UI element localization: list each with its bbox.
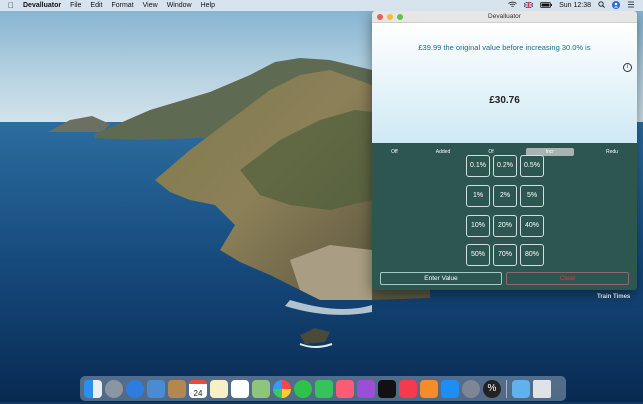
result-pane: £39.99 the original value before increas… [372, 23, 637, 143]
music-icon[interactable] [336, 379, 354, 398]
tab-reduced[interactable]: Redu [600, 148, 624, 156]
percent-button-10[interactable]: 10% [466, 215, 490, 237]
tab-added[interactable]: Added [430, 148, 456, 156]
percent-button-50[interactable]: 50% [466, 244, 490, 266]
podcasts-icon[interactable] [357, 379, 375, 398]
menu-bar:  Devalluator File Edit Format View Wind… [0, 0, 643, 11]
menu-format[interactable]: Format [111, 2, 133, 9]
messages-icon[interactable] [294, 379, 312, 398]
percent-button-20[interactable]: 20% [493, 215, 517, 237]
apple-tv-icon[interactable] [378, 379, 396, 398]
percent-button-70[interactable]: 70% [493, 244, 517, 266]
percent-button-0-5[interactable]: 0.5% [520, 155, 544, 177]
photo-preview-icon[interactable] [147, 379, 165, 398]
percent-button-80[interactable]: 80% [520, 244, 544, 266]
launchpad-icon[interactable] [105, 379, 123, 398]
tab-off[interactable]: Off [385, 148, 404, 156]
trash-icon[interactable] [533, 379, 551, 398]
answer-value: £30.76 [489, 95, 520, 106]
downloads-folder-icon[interactable] [512, 379, 530, 398]
menu-edit[interactable]: Edit [90, 2, 102, 9]
percent-button-1[interactable]: 1% [466, 185, 490, 207]
percent-button-0-1[interactable]: 0.1% [466, 155, 490, 177]
calendar-icon[interactable]: 24 [189, 379, 207, 398]
devalluator-window: Devalluator £39.99 the original value be… [372, 11, 637, 290]
percent-button-40[interactable]: 40% [520, 215, 544, 237]
photos-icon[interactable] [273, 379, 291, 398]
news-icon[interactable] [399, 379, 417, 398]
user-account-icon[interactable] [612, 0, 620, 11]
notification-center-icon[interactable] [627, 1, 635, 10]
train-times-widget-label[interactable]: Train Times [597, 294, 630, 300]
wifi-icon[interactable] [508, 1, 517, 10]
dock-separator [506, 379, 507, 398]
books-icon[interactable] [420, 379, 438, 398]
menubar-clock[interactable]: Sun 12:38 [559, 2, 591, 9]
info-icon[interactable]: i [623, 63, 632, 72]
dock: 24 % [80, 376, 566, 401]
devalluator-icon[interactable]: % [483, 379, 501, 398]
menu-window[interactable]: Window [167, 2, 192, 9]
reminders-icon[interactable] [231, 379, 249, 398]
app-menu-devalluator[interactable]: Devalluator [23, 2, 61, 9]
menu-help[interactable]: Help [201, 2, 215, 9]
facetime-icon[interactable] [315, 379, 333, 398]
maps-icon[interactable] [252, 379, 270, 398]
app-store-icon[interactable] [441, 379, 459, 398]
clear-button[interactable]: Clear [506, 272, 629, 285]
notes-icon[interactable] [210, 379, 228, 398]
window-title: Devalluator [488, 13, 521, 20]
finder-icon[interactable] [84, 379, 102, 398]
percent-button-5[interactable]: 5% [520, 185, 544, 207]
menu-view[interactable]: View [143, 2, 158, 9]
safari-icon[interactable] [126, 379, 144, 398]
battery-icon[interactable] [540, 1, 553, 10]
apple-menu-icon[interactable]:  [8, 1, 14, 10]
question-text: £39.99 the original value before increas… [418, 43, 591, 52]
window-titlebar[interactable]: Devalluator [372, 11, 637, 23]
menu-file[interactable]: File [70, 2, 81, 9]
percent-button-0-2[interactable]: 0.2% [493, 155, 517, 177]
system-preferences-icon[interactable] [462, 379, 480, 398]
enter-value-button[interactable]: Enter Value [380, 272, 502, 285]
contacts-icon[interactable] [168, 379, 186, 398]
keyboard-flag-icon[interactable] [523, 1, 534, 10]
search-icon[interactable] [598, 1, 605, 10]
percent-button-2[interactable]: 2% [493, 185, 517, 207]
